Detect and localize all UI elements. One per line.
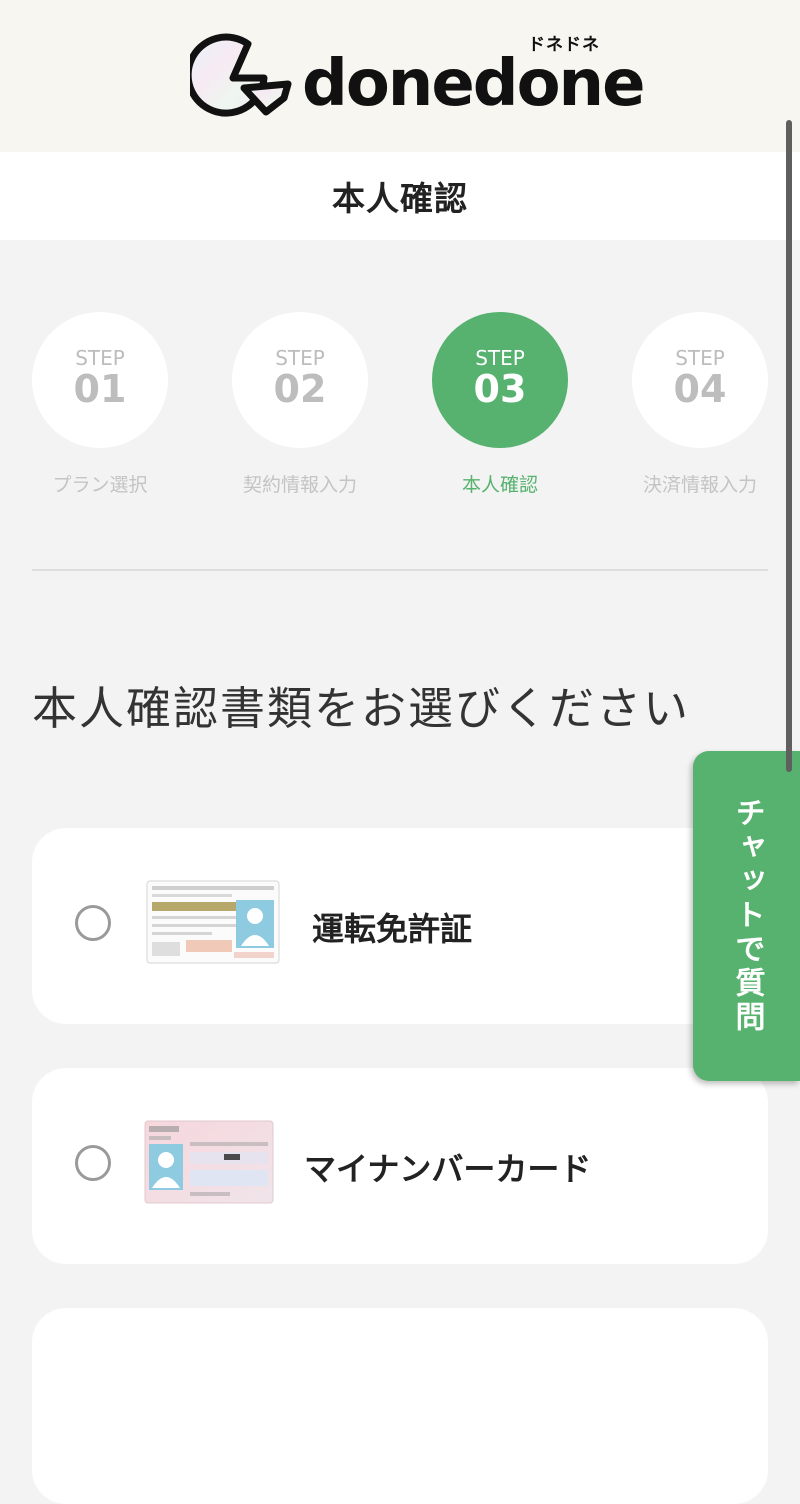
step-circle: STEP 02	[232, 312, 368, 448]
step-word: STEP	[475, 346, 525, 371]
section-heading: 本人確認書類をお選びください	[32, 682, 691, 735]
option-drivers-license[interactable]: 運転免許証	[32, 828, 768, 1024]
step-03: STEP 03 本人確認	[400, 312, 600, 497]
step-circle: STEP 03	[432, 312, 568, 448]
radio-button[interactable]	[75, 905, 111, 941]
step-label: 契約情報入力	[242, 474, 357, 496]
step-circle: STEP 04	[632, 312, 768, 448]
section-divider	[32, 569, 768, 571]
drivers-license-icon	[146, 880, 280, 964]
logo-wordmark: donedone	[302, 47, 645, 121]
step-01: STEP 01 プラン選択	[0, 312, 200, 497]
logo-mark-icon	[190, 33, 292, 117]
step-indicator: STEP 01 プラン選択 STEP 02 契約情報入力 STEP 03 本人確…	[0, 312, 800, 512]
option-label: 運転免許証	[312, 910, 473, 948]
radio-button[interactable]	[75, 1145, 111, 1181]
step-label: 本人確認	[461, 474, 538, 496]
step-word: STEP	[275, 346, 325, 371]
donedone-logo[interactable]: ドネドネ donedone	[190, 26, 645, 126]
chat-button-label: チャットで質問	[729, 797, 765, 1035]
step-number: 04	[673, 367, 727, 412]
step-word: STEP	[75, 346, 125, 371]
step-word: STEP	[675, 346, 725, 371]
step-label: プラン選択	[52, 474, 148, 496]
option-third[interactable]	[32, 1308, 768, 1504]
my-number-card-icon	[144, 1120, 274, 1204]
step-number: 02	[273, 367, 327, 412]
chat-question-button[interactable]: チャットで質問	[693, 751, 800, 1081]
page-title: 本人確認	[332, 179, 468, 218]
option-my-number-card[interactable]: マイナンバーカード	[32, 1068, 768, 1264]
page-title-bar: 本人確認	[0, 152, 800, 240]
step-02: STEP 02 契約情報入力	[200, 312, 400, 497]
app-header: ドネドネ donedone	[0, 0, 800, 152]
step-label: 決済情報入力	[642, 474, 757, 496]
step-circle: STEP 01	[32, 312, 168, 448]
step-number: 03	[473, 367, 527, 412]
option-label: マイナンバーカード	[304, 1150, 592, 1188]
step-04: STEP 04 決済情報入力	[600, 312, 800, 497]
scrollbar[interactable]	[786, 120, 792, 772]
step-number: 01	[73, 367, 127, 412]
